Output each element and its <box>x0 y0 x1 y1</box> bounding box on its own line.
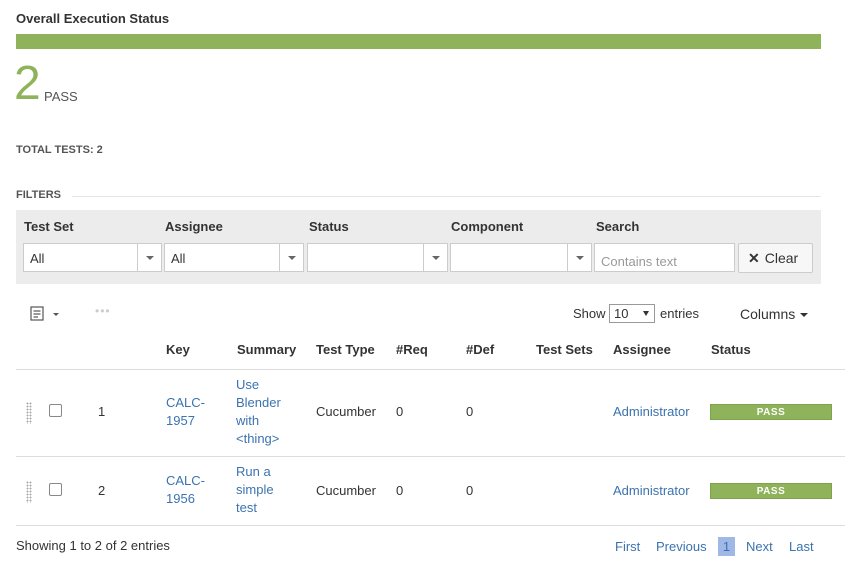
test-set-select[interactable]: All <box>23 243 162 272</box>
pagination-previous[interactable]: Previous <box>656 539 707 554</box>
test-key-part: CALC- <box>166 473 206 488</box>
total-tests-label: TOTAL TESTS: <box>16 144 94 156</box>
test-summary-link[interactable]: Use Blender with <thing> <box>236 376 281 448</box>
column-header-summary[interactable]: Summary <box>237 342 296 357</box>
chevron-down-icon <box>643 311 649 316</box>
column-header-def[interactable]: #Def <box>466 342 494 357</box>
search-label: Search <box>596 219 640 234</box>
test-type: Cucumber <box>316 483 376 498</box>
status-badge: PASS <box>710 404 832 420</box>
pagination-last[interactable]: Last <box>789 539 814 554</box>
chevron-down-icon <box>279 244 303 271</box>
component-select[interactable] <box>450 243 592 272</box>
drag-handle-icon[interactable] <box>26 402 32 424</box>
def-count: 0 <box>466 404 474 419</box>
pass-count-label: PASS <box>44 89 78 104</box>
row-number: 1 <box>98 404 106 419</box>
page-size-value: 10 <box>614 306 629 321</box>
clear-button[interactable]: ✕ Clear <box>738 243 813 273</box>
status-label: Status <box>309 219 349 234</box>
column-header-key[interactable]: Key <box>166 342 190 357</box>
assignee-link[interactable]: Administrator <box>613 403 690 421</box>
execution-progress-bar <box>16 34 821 49</box>
test-summary-link[interactable]: Run a simple test <box>236 463 274 517</box>
status-badge: PASS <box>710 483 832 499</box>
row-checkbox[interactable] <box>49 404 62 417</box>
filters-divider <box>72 196 821 197</box>
test-key-part: 1956 <box>166 491 195 506</box>
chevron-down-icon <box>137 244 161 271</box>
columns-button[interactable]: Columns <box>740 306 809 322</box>
test-key-link[interactable]: CALC- 1956 <box>166 472 205 508</box>
chevron-down-icon <box>567 244 591 271</box>
test-key-part: 1957 <box>166 413 195 428</box>
test-type: Cucumber <box>316 404 376 419</box>
assignee-select[interactable]: All <box>164 243 304 272</box>
page-size-select[interactable]: 10 <box>609 304 655 323</box>
clear-button-label: Clear <box>764 250 799 266</box>
assignee-label: Assignee <box>165 219 223 234</box>
assignee-value: All <box>171 251 186 266</box>
caret-down-icon <box>800 313 809 318</box>
row-checkbox[interactable] <box>49 483 62 496</box>
column-header-test-sets[interactable]: Test Sets <box>536 342 593 357</box>
total-tests: TOTAL TESTS: 2 <box>16 144 103 156</box>
more-icon[interactable]: ••• <box>95 304 111 318</box>
test-key-link[interactable]: CALC- 1957 <box>166 394 205 430</box>
filters-title: FILTERS <box>16 189 62 201</box>
total-tests-value: 2 <box>96 144 103 156</box>
column-header-assignee[interactable]: Assignee <box>613 342 671 357</box>
header-divider <box>16 369 845 370</box>
filter-panel: Test Set Assignee Status Component Searc… <box>16 210 821 284</box>
progress-pass-fill <box>16 34 821 49</box>
pass-count: 2 <box>14 57 41 110</box>
column-header-status[interactable]: Status <box>711 342 751 357</box>
status-select[interactable] <box>307 243 448 272</box>
summary-line: with <box>236 413 260 428</box>
assignee-link[interactable]: Administrator <box>613 482 690 500</box>
entries-label: entries <box>660 306 700 321</box>
row-divider <box>16 456 845 457</box>
pagination-first[interactable]: First <box>615 539 640 554</box>
summary-line: Use <box>236 377 260 392</box>
summary-line: Run a <box>236 464 271 479</box>
test-set-value: All <box>30 251 45 266</box>
close-icon: ✕ <box>748 250 760 266</box>
page-title: Overall Execution Status <box>16 11 170 26</box>
pagination-next[interactable]: Next <box>746 539 773 554</box>
columns-label: Columns <box>740 306 796 322</box>
row-number: 2 <box>98 483 106 498</box>
showing-entries-info: Showing 1 to 2 of 2 entries <box>16 538 170 553</box>
test-key-part: CALC- <box>166 395 206 410</box>
search-input[interactable] <box>594 243 735 272</box>
table-bottom-divider <box>16 525 845 526</box>
req-count: 0 <box>396 483 404 498</box>
test-set-label: Test Set <box>24 219 74 234</box>
summary-line: test <box>236 500 257 515</box>
summary-line: simple <box>236 482 274 497</box>
chevron-down-icon <box>423 244 447 271</box>
drag-handle-icon[interactable] <box>26 481 32 503</box>
show-label: Show <box>573 306 606 321</box>
column-header-req[interactable]: #Req <box>396 342 428 357</box>
summary-line: Blender <box>236 395 281 410</box>
component-label: Component <box>451 219 524 234</box>
column-header-test-type[interactable]: Test Type <box>316 342 375 357</box>
list-menu-icon[interactable] <box>30 305 60 323</box>
def-count: 0 <box>466 483 474 498</box>
summary-line: <thing> <box>236 431 280 446</box>
pagination-current-page[interactable]: 1 <box>718 537 735 556</box>
req-count: 0 <box>396 404 404 419</box>
